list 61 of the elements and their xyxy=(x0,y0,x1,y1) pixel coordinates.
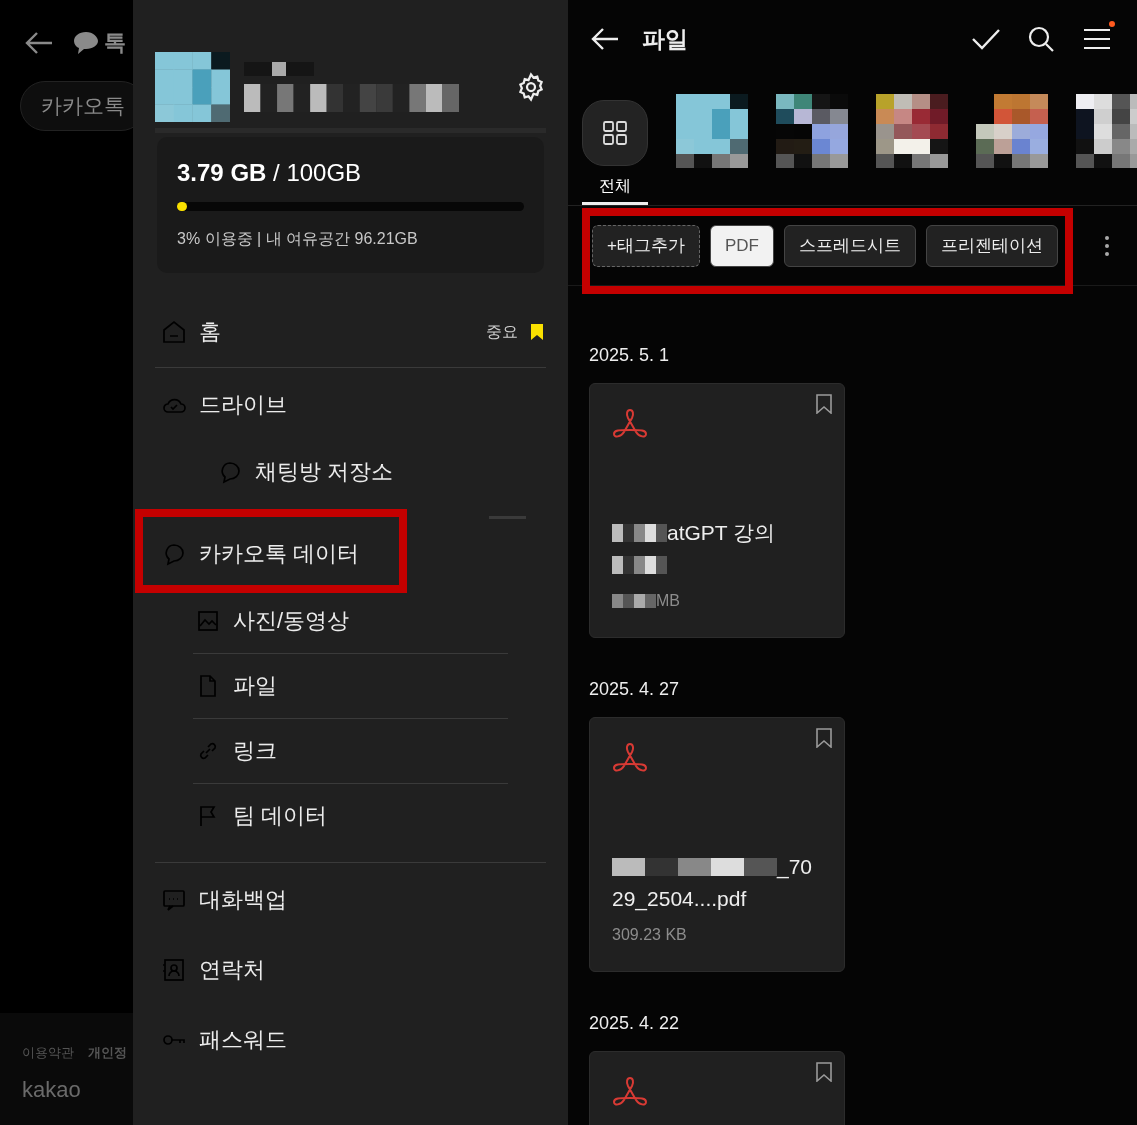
menu-item[interactable]: 파일 xyxy=(233,675,484,697)
album-label: 전체 xyxy=(599,176,631,196)
storage-used: 3.79 GB xyxy=(177,159,267,186)
menu-item[interactable]: 링크 xyxy=(233,740,484,762)
pdf-icon xyxy=(612,408,648,440)
menu-item[interactable]: 패스워드 xyxy=(199,1029,544,1051)
storage-total: / 100GB xyxy=(272,159,362,186)
redacted-label-drawing xyxy=(876,154,948,168)
important-label[interactable]: 중요 xyxy=(486,320,518,344)
file-name: atGPT 강의 xyxy=(667,520,776,547)
chat-bubble-icon xyxy=(72,29,100,56)
redacted-text-drawing xyxy=(612,594,656,608)
redacted-text-drawing xyxy=(244,62,314,76)
bookmark-icon[interactable] xyxy=(816,394,832,414)
contact-card-icon xyxy=(161,957,187,983)
redacted-label-drawing xyxy=(976,154,1048,168)
page-title: 톡 xyxy=(104,29,126,57)
storage-detail: 3% 이용중 | 내 여유공간 96.21GB xyxy=(177,229,419,249)
settings-icon[interactable] xyxy=(516,72,546,102)
redacted-text-drawing xyxy=(612,524,667,542)
screen-title: 파일 xyxy=(642,24,689,54)
redacted-text-drawing xyxy=(612,556,667,574)
grid-icon xyxy=(602,120,628,146)
bookmark-icon[interactable] xyxy=(816,728,832,748)
menu-item[interactable]: 홈 xyxy=(199,321,474,343)
pdf-icon xyxy=(612,742,648,774)
file-size: MB xyxy=(656,591,680,611)
back-icon[interactable] xyxy=(24,30,54,55)
category-chip[interactable]: 카카오톡 xyxy=(20,81,133,131)
redacted-label-drawing xyxy=(776,154,848,168)
file-card[interactable]: _70 29_2504....pdf 309.23 KB xyxy=(589,717,845,972)
date-header: 2025. 4. 27 xyxy=(589,678,681,701)
menu-item[interactable]: 대화백업 xyxy=(199,889,522,911)
menu-item[interactable]: 카카오톡 데이터 xyxy=(199,543,544,565)
menu-item[interactable]: 연락처 xyxy=(199,959,544,981)
image-icon xyxy=(195,608,221,634)
search-icon[interactable] xyxy=(1027,25,1055,53)
add-tag-button[interactable]: +태그추가 xyxy=(592,224,700,267)
file-name: 29_2504....pdf xyxy=(612,886,747,913)
pdf-icon xyxy=(612,1076,648,1108)
kakao-logo: kakao xyxy=(22,1075,82,1104)
file-name: _70 xyxy=(777,854,813,881)
date-header: 2025. 5. 1 xyxy=(589,344,671,367)
menu-item[interactable]: 팀 데이터 xyxy=(233,805,484,827)
tag-chip[interactable]: 스프레드시트 xyxy=(783,224,916,267)
date-header: 2025. 4. 22 xyxy=(589,1012,681,1035)
tag-chip[interactable]: PDF xyxy=(709,224,774,267)
file-card[interactable]: atGPT 강의 MB xyxy=(589,383,845,638)
message-icon xyxy=(161,887,187,913)
menu-item[interactable]: 드라이브 xyxy=(199,394,522,416)
menu-icon[interactable] xyxy=(1083,27,1111,51)
file-size: 309.23 KB xyxy=(612,925,687,945)
home-icon xyxy=(161,319,187,345)
more-icon[interactable] xyxy=(1103,234,1110,257)
redacted-label-drawing xyxy=(676,154,748,168)
menu-item[interactable]: 채팅방 저장소 xyxy=(255,461,522,483)
tag-chip[interactable]: 프리젠테이션 xyxy=(925,224,1058,267)
check-icon[interactable] xyxy=(971,27,1001,51)
bookmark-icon[interactable] xyxy=(816,1062,832,1082)
bookmark-icon xyxy=(530,323,544,341)
menu-item[interactable]: 사진/동영상 xyxy=(233,610,544,632)
